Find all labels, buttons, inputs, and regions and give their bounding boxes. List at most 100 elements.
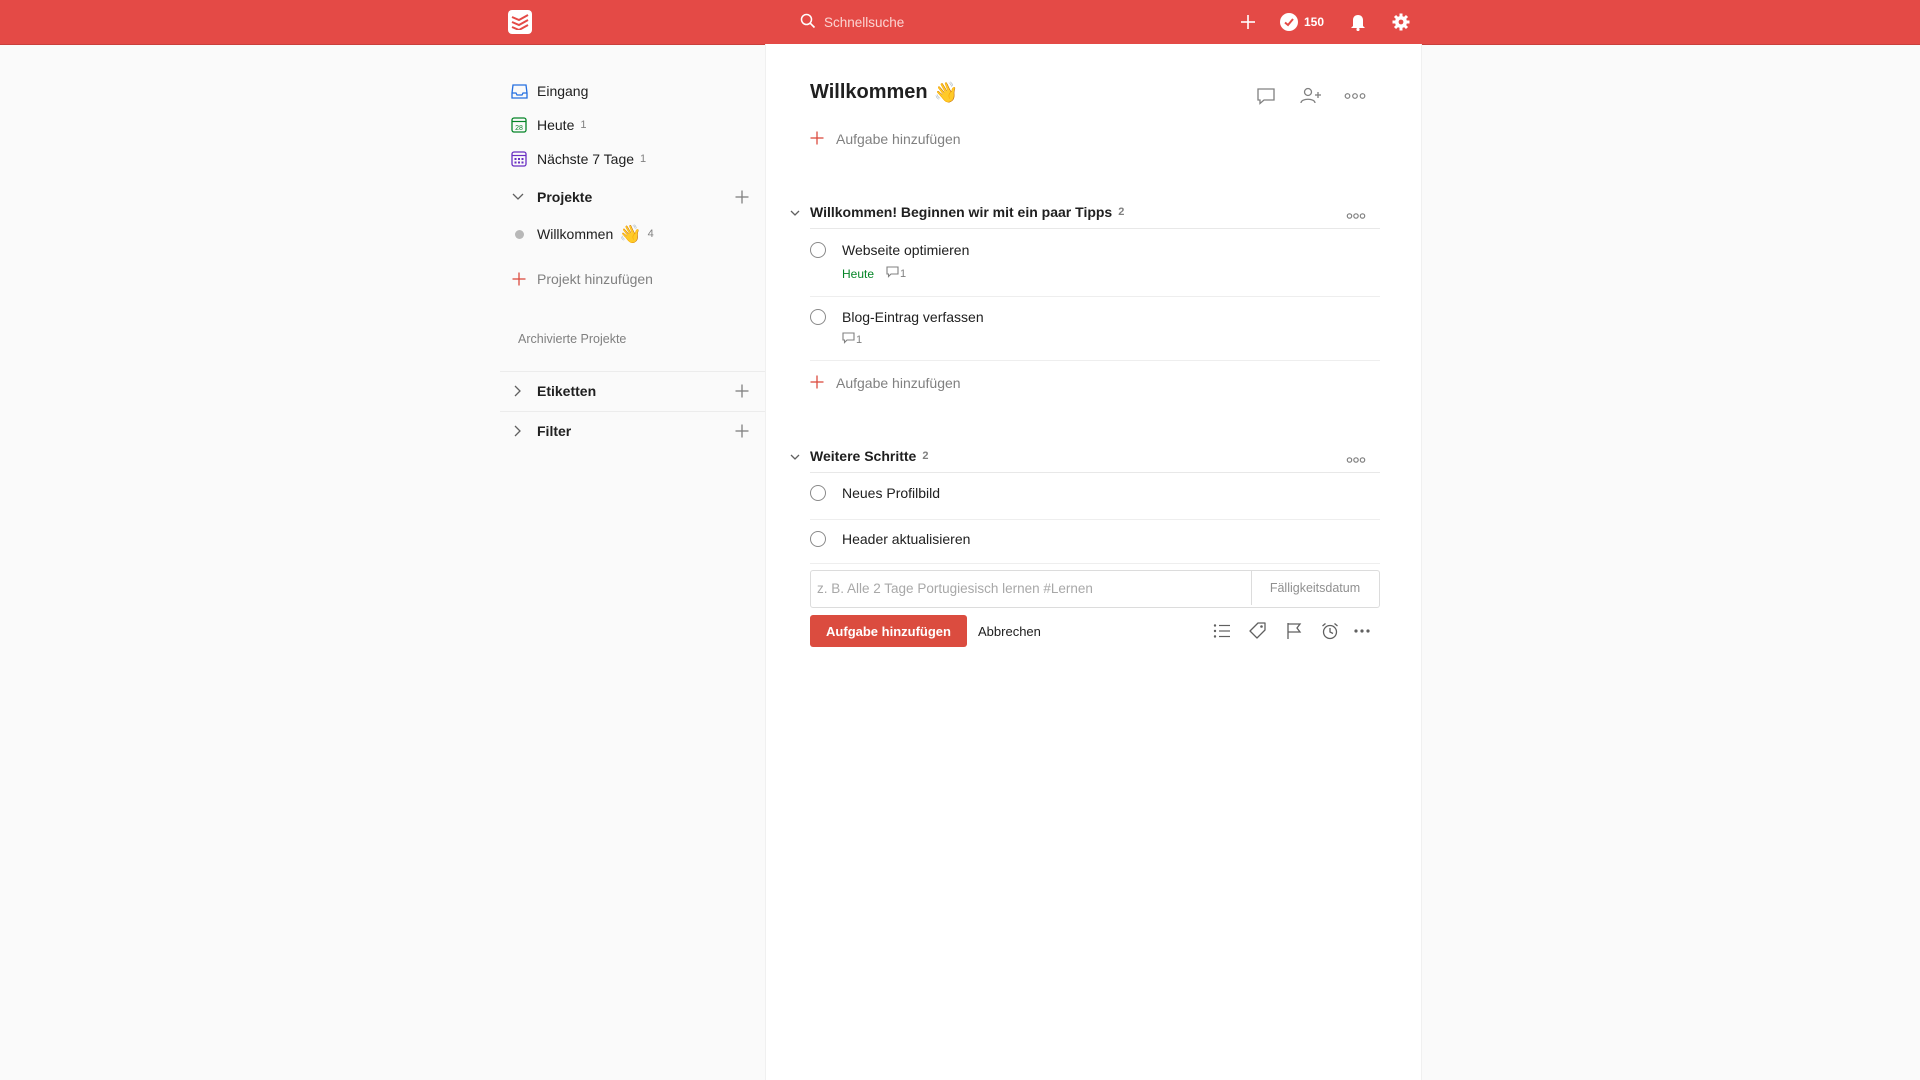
- task-divider: [810, 296, 1380, 297]
- task-checkbox[interactable]: [810, 309, 826, 325]
- cancel-button[interactable]: Abbrechen: [976, 615, 1043, 647]
- karma-counter[interactable]: 150: [1280, 11, 1324, 33]
- more-actions-icon[interactable]: [1351, 620, 1373, 642]
- plus-icon: [810, 375, 824, 392]
- waving-hand-emoji: 👋: [619, 223, 642, 244]
- section-more-icon[interactable]: [1344, 452, 1368, 468]
- bell-icon[interactable]: [1347, 11, 1369, 33]
- quick-add-plus-icon[interactable]: [1237, 11, 1259, 33]
- chevron-down-icon[interactable]: [508, 187, 528, 207]
- add-label-plus-icon[interactable]: [733, 382, 751, 400]
- inbox-icon: [509, 81, 529, 101]
- task-name: Blog-Eintrag verfassen: [842, 309, 984, 325]
- comment-count: 1: [900, 267, 907, 280]
- check-circle-icon: [1280, 13, 1298, 31]
- quick-search[interactable]: Schnellsuche: [800, 10, 1100, 34]
- add-project-plus-icon[interactable]: [733, 188, 751, 206]
- sidebar-item-label: Heute: [537, 117, 575, 133]
- task-name: Header aktualisieren: [842, 531, 971, 547]
- projects-label: Projekte: [537, 189, 593, 205]
- section-title[interactable]: Weitere Schritte 2: [810, 448, 928, 464]
- task-item[interactable]: Neues Profilbild: [810, 485, 1380, 515]
- plus-icon: [509, 269, 529, 289]
- section-more-icon[interactable]: [1344, 208, 1368, 224]
- task-item[interactable]: Header aktualisieren: [810, 531, 1380, 561]
- add-filter-plus-icon[interactable]: [733, 422, 751, 440]
- archived-projects-link[interactable]: Archivierte Projekte: [518, 332, 626, 346]
- task-content-input[interactable]: [817, 571, 1247, 605]
- project-count: 4: [647, 228, 654, 240]
- more-options-icon[interactable]: [1343, 84, 1367, 108]
- priority-flag-icon[interactable]: [1283, 620, 1305, 642]
- labels-header[interactable]: Etiketten: [500, 374, 765, 408]
- task-editor: Fälligkeitsdatum: [810, 570, 1380, 608]
- add-task-submit-button[interactable]: Aufgabe hinzufügen: [810, 615, 967, 647]
- chevron-right-icon[interactable]: [508, 421, 528, 441]
- sidebar-divider: [500, 371, 765, 372]
- calendar-today-icon: 28: [509, 115, 529, 135]
- task-divider: [810, 360, 1380, 361]
- sidebar-item-next-7-days[interactable]: Nächste 7 Tage 1: [500, 144, 765, 174]
- waving-hand-emoji: 👋: [933, 82, 959, 104]
- sidebar-divider: [500, 411, 765, 412]
- calendar-day-number: 28: [515, 125, 523, 132]
- task-comments[interactable]: 1: [842, 332, 862, 347]
- add-task-button[interactable]: Aufgabe hinzufügen: [810, 127, 961, 151]
- gear-icon[interactable]: [1390, 11, 1412, 33]
- task-item[interactable]: Blog-Eintrag verfassen 1: [810, 309, 1380, 359]
- task-checkbox[interactable]: [810, 485, 826, 501]
- task-divider: [810, 563, 1380, 564]
- chevron-down-icon[interactable]: [788, 450, 802, 464]
- comment-count: 1: [856, 333, 863, 346]
- section-title-text: Weitere Schritte: [810, 448, 917, 464]
- karma-count: 150: [1304, 15, 1325, 29]
- label-tag-icon[interactable]: [1247, 620, 1269, 642]
- task-checkbox[interactable]: [810, 242, 826, 258]
- top-bar: Schnellsuche 150: [0, 0, 1920, 45]
- project-list-icon[interactable]: [1211, 620, 1233, 642]
- page-title-text: Willkommen: [810, 81, 928, 103]
- section-divider: [810, 228, 1380, 229]
- section-count: 2: [922, 450, 929, 462]
- add-project-button[interactable]: Projekt hinzufügen: [500, 264, 765, 294]
- task-meta: 1: [842, 332, 862, 347]
- add-task-label: Aufgabe hinzufügen: [836, 375, 961, 391]
- section-divider: [810, 472, 1380, 473]
- main-content: Willkommen 👋 Aufgabe hinzufügen Willkomm…: [765, 44, 1422, 1080]
- due-date-field[interactable]: Fälligkeitsdatum: [1251, 571, 1378, 605]
- task-checkbox[interactable]: [810, 531, 826, 547]
- sidebar-item-inbox[interactable]: Eingang: [500, 76, 765, 106]
- add-task-button[interactable]: Aufgabe hinzufügen: [810, 371, 961, 395]
- project-label: Willkommen: [537, 226, 614, 242]
- filters-header[interactable]: Filter: [500, 414, 765, 448]
- chevron-right-icon[interactable]: [508, 381, 528, 401]
- comment-icon: [886, 266, 899, 281]
- section-title[interactable]: Willkommen! Beginnen wir mit ein paar Ti…: [810, 204, 1124, 220]
- task-name: Neues Profilbild: [842, 485, 941, 501]
- task-due-date[interactable]: Heute: [842, 267, 874, 281]
- sidebar-item-today[interactable]: 28 Heute 1: [500, 110, 765, 140]
- comment-icon[interactable]: [1254, 84, 1278, 108]
- projects-header[interactable]: Projekte: [500, 180, 765, 214]
- comment-icon: [842, 332, 855, 347]
- task-comments[interactable]: 1: [886, 266, 906, 281]
- reminder-alarm-icon[interactable]: [1319, 620, 1341, 642]
- task-meta: Heute 1: [842, 266, 906, 281]
- section-count: 2: [1118, 206, 1125, 218]
- chevron-down-icon[interactable]: [788, 206, 802, 220]
- labels-label: Etiketten: [537, 383, 597, 399]
- sidebar-item-label: Nächste 7 Tage: [537, 151, 635, 167]
- sidebar: Eingang 28 Heute 1 Nächste 7 Tage 1 Proj…: [500, 44, 765, 1080]
- sidebar-item-label: Eingang: [537, 83, 589, 99]
- search-placeholder: Schnellsuche: [824, 14, 905, 30]
- sidebar-item-count: 1: [640, 153, 647, 165]
- add-project-label: Projekt hinzufügen: [537, 271, 653, 287]
- sidebar-item-count: 1: [580, 119, 587, 131]
- task-item[interactable]: Webseite optimieren Heute 1: [810, 242, 1380, 292]
- todoist-logo-icon[interactable]: [508, 10, 532, 34]
- plus-icon: [810, 131, 824, 148]
- share-person-icon[interactable]: [1299, 84, 1323, 108]
- sidebar-project-willkommen[interactable]: Willkommen 👋 4: [500, 219, 765, 249]
- task-divider: [810, 519, 1380, 520]
- search-icon: [800, 13, 816, 32]
